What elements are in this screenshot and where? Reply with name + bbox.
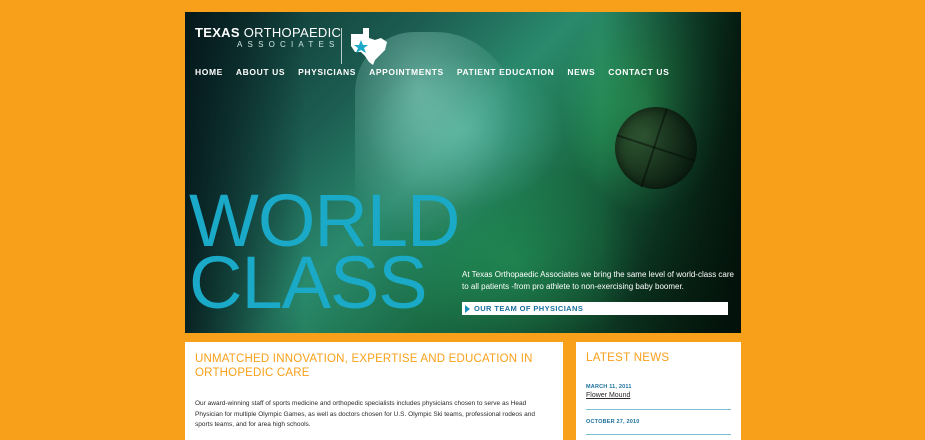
nav-physicians[interactable]: PHYSICIANS (298, 67, 356, 77)
texas-star-logo-icon (351, 28, 387, 65)
latest-news-panel: LATEST NEWS MARCH 11, 2011 Flower Mound … (576, 342, 741, 440)
intro-panel: UNMATCHED INNOVATION, EXPERTISE AND EDUC… (185, 342, 563, 440)
news-list: MARCH 11, 2011 Flower Mound OCTOBER 27, … (586, 383, 731, 435)
hero-title-line2: CLASS (189, 241, 428, 324)
intro-body: Our award-winning staff of sports medici… (195, 400, 535, 428)
site-logo[interactable]: TEXAS ORTHOPAEDIC ASSOCIATES (195, 26, 387, 65)
latest-news-heading: LATEST NEWS (586, 352, 670, 364)
nav-contact-us[interactable]: CONTACT US (608, 67, 669, 77)
nav-home[interactable]: HOME (195, 67, 223, 77)
logo-wordmark: TEXAS ORTHOPAEDIC (195, 26, 341, 40)
news-title-link[interactable]: Flower Mound (586, 391, 731, 401)
logo-name-light: ORTHOPAEDIC (243, 25, 342, 40)
hero-title: WORLD CLASS (189, 184, 460, 324)
nav-about-us[interactable]: ABOUT US (236, 67, 285, 77)
news-date: OCTOBER 27, 2010 (586, 419, 640, 425)
logo-subtitle: ASSOCIATES (237, 40, 340, 49)
news-item: OCTOBER 27, 2010 (586, 418, 731, 435)
play-arrow-icon (465, 304, 470, 313)
logo-name-bold: TEXAS (195, 25, 240, 40)
news-item: MARCH 11, 2011 Flower Mound (586, 383, 731, 410)
intro-heading: UNMATCHED INNOVATION, EXPERTISE AND EDUC… (195, 353, 533, 379)
main-navigation: HOME ABOUT US PHYSICIANS APPOINTMENTS PA… (195, 67, 682, 77)
our-team-button[interactable]: OUR TEAM OF PHYSICIANS (462, 302, 728, 315)
hero-description: At Texas Orthopaedic Associates we bring… (462, 270, 734, 291)
logo-divider (341, 28, 342, 64)
news-date: MARCH 11, 2011 (586, 384, 632, 390)
nav-patient-education[interactable]: PATIENT EDUCATION (457, 67, 555, 77)
nav-news[interactable]: NEWS (567, 67, 595, 77)
our-team-button-label: OUR TEAM OF PHYSICIANS (474, 304, 584, 313)
nav-appointments[interactable]: APPOINTMENTS (369, 67, 444, 77)
hero-banner: TEXAS ORTHOPAEDIC ASSOCIATES HOME ABOUT … (185, 12, 741, 333)
